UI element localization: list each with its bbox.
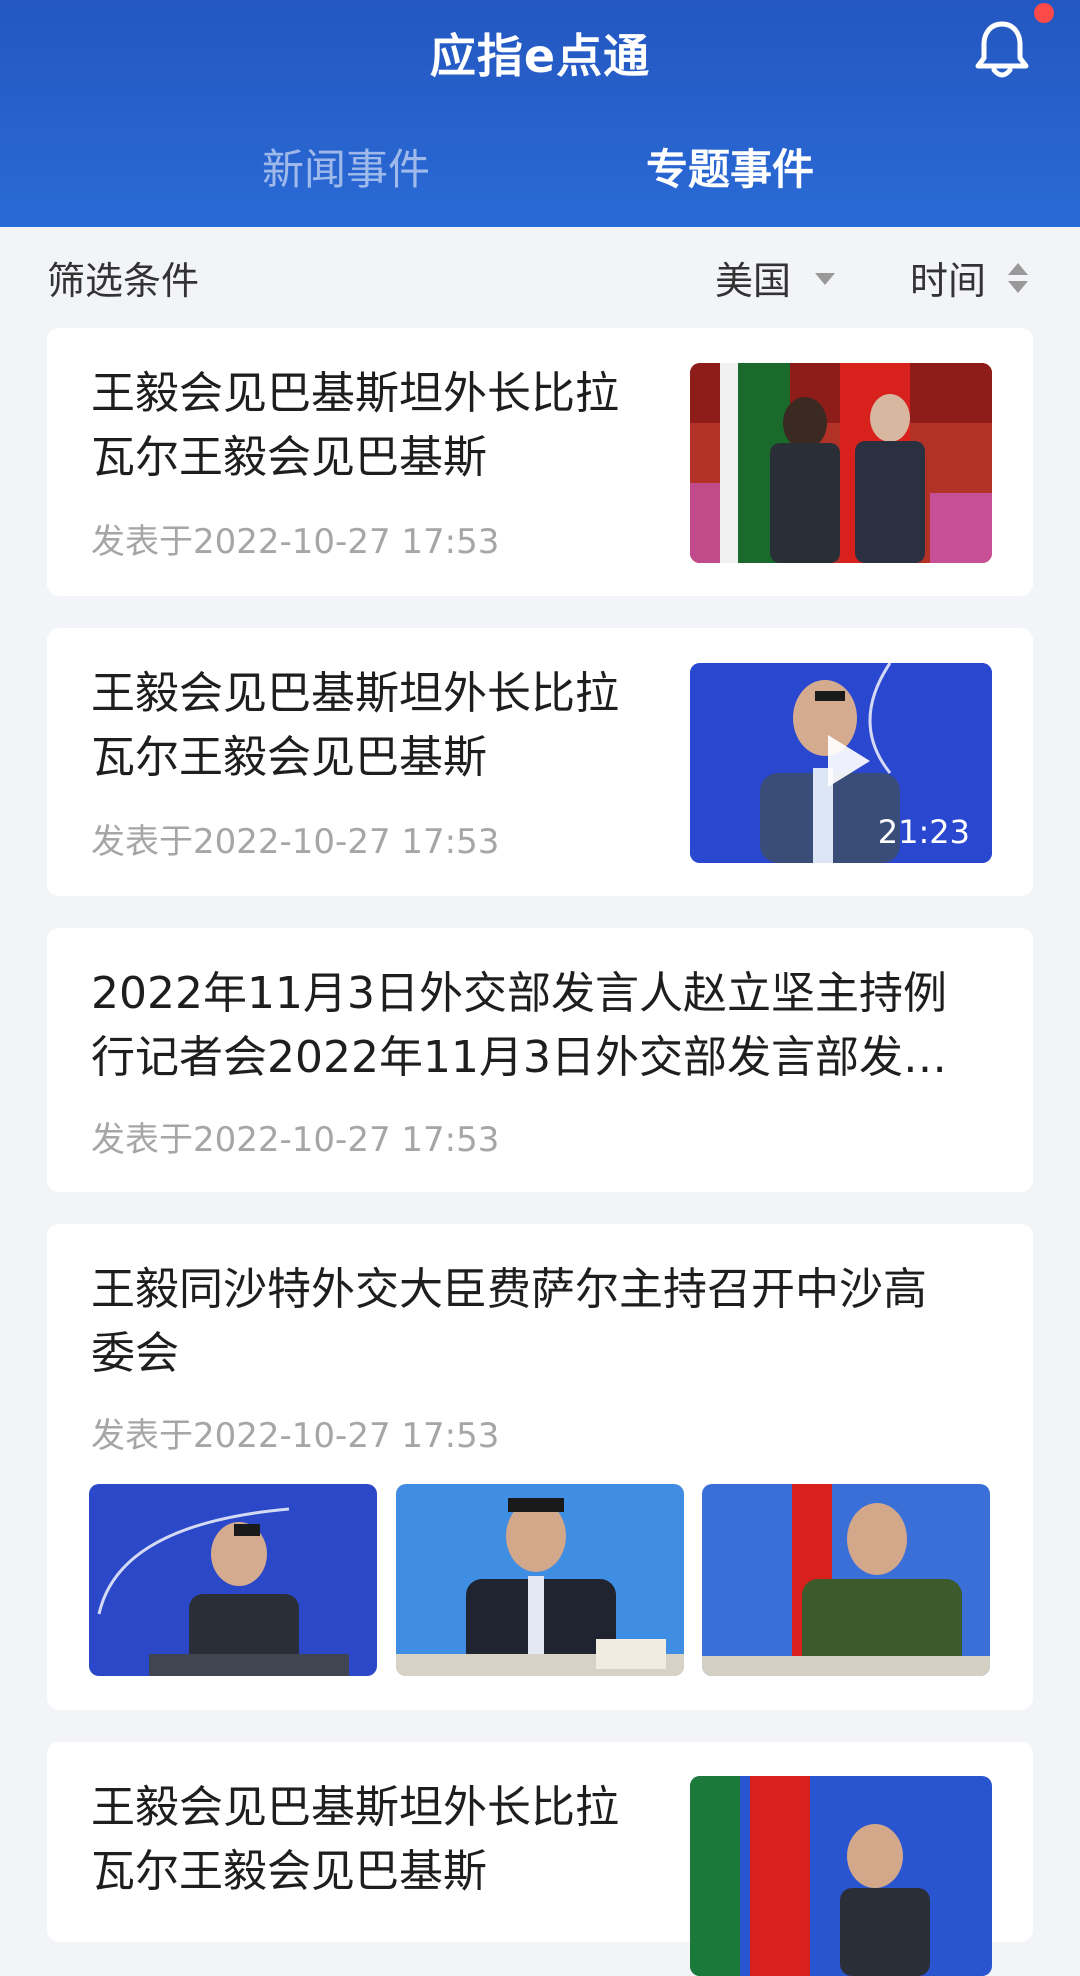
video-duration: 21:23 [877,813,970,851]
gallery-image[interactable] [702,1484,990,1676]
app-header: 应指e点通 新闻事件 专题事件 [0,0,1080,227]
article-thumbnail [690,1776,992,1976]
bell-icon[interactable] [970,18,1034,84]
gallery-image[interactable] [396,1484,684,1676]
filter-label[interactable]: 筛选条件 [47,250,199,305]
play-icon[interactable] [828,735,870,787]
article-title: 王毅会见巴基斯坦外长比拉 瓦尔王毅会见巴基斯 [91,1782,619,1897]
article-card[interactable]: 王毅会见巴基斯坦外长比拉 瓦尔王毅会见巴基斯 发表于2022-10-27 17:… [47,628,1033,896]
article-title: 2022年11月3日外交部发言人赵立坚主持例 行记者会2022年11月3日外交部… [91,968,947,1083]
article-card[interactable]: 王毅同沙特外交大臣费萨尔主持召开中沙高 委会 发表于2022-10-27 17:… [47,1224,1033,1710]
app-title: 应指e点通 [429,29,651,83]
tab-news-events[interactable]: 新闻事件 [262,140,430,200]
filter-bar: 筛选条件 美国 时间 [0,227,1080,327]
tab-topic-events[interactable]: 专题事件 [646,140,814,200]
article-date: 发表于2022-10-27 17:53 [91,1416,500,1456]
sort-icon[interactable] [1008,263,1030,297]
time-sort[interactable]: 时间 [910,250,986,305]
chevron-down-icon[interactable] [815,273,835,285]
article-date: 发表于2022-10-27 17:53 [91,1120,500,1160]
article-title: 王毅会见巴基斯坦外长比拉 瓦尔王毅会见巴基斯 [91,668,619,783]
article-date: 发表于2022-10-27 17:53 [91,522,500,562]
article-title: 王毅会见巴基斯坦外长比拉 瓦尔王毅会见巴基斯 [91,368,619,483]
article-card[interactable]: 2022年11月3日外交部发言人赵立坚主持例 行记者会2022年11月3日外交部… [47,928,1033,1192]
country-filter[interactable]: 美国 [715,250,791,305]
article-date: 发表于2022-10-27 17:53 [91,822,500,862]
article-card[interactable]: 王毅会见巴基斯坦外长比拉 瓦尔王毅会见巴基斯 [47,1742,1033,1976]
video-thumbnail[interactable]: 21:23 [690,663,992,863]
article-title: 王毅同沙特外交大臣费萨尔主持召开中沙高 委会 [91,1264,927,1379]
article-card[interactable]: 王毅会见巴基斯坦外长比拉 瓦尔王毅会见巴基斯 发表于2022-10-27 17:… [47,328,1033,596]
notification-dot [1034,3,1054,23]
article-thumbnail [690,363,992,563]
gallery-image[interactable] [89,1484,377,1676]
